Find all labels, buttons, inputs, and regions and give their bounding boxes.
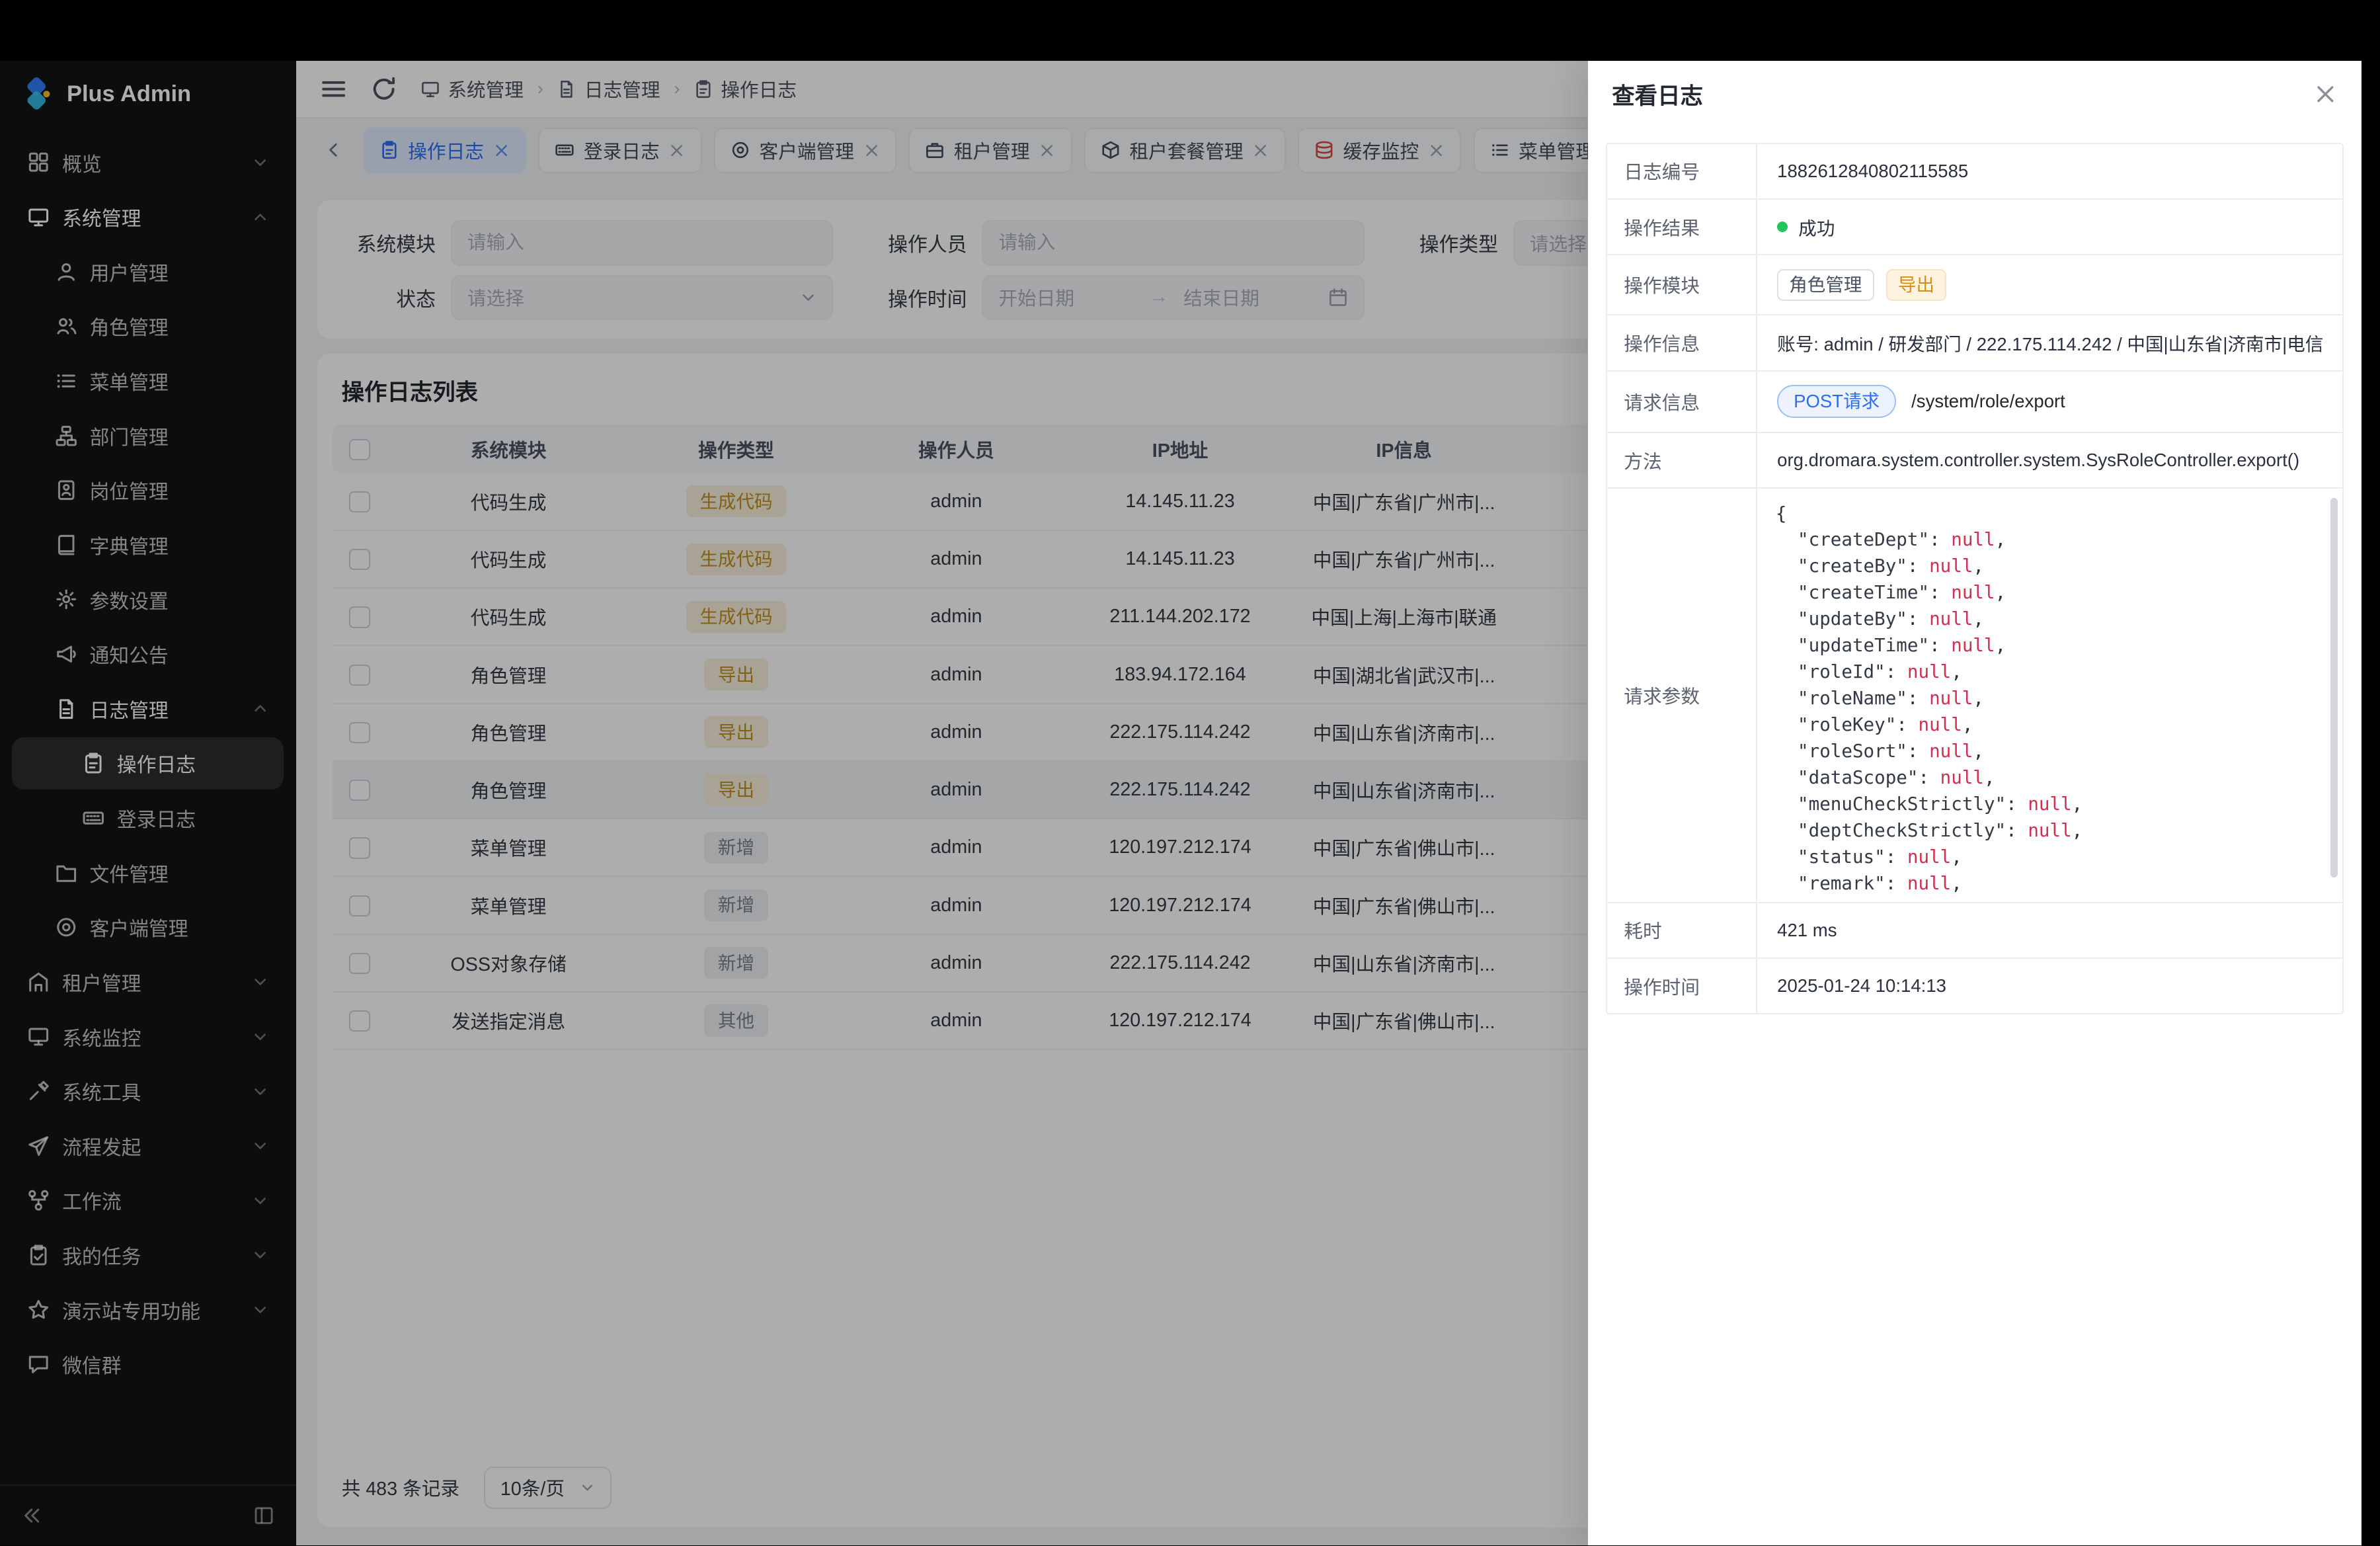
detail-row-request: 请求信息POST请求/system/role/export xyxy=(1607,372,2342,433)
detail-label: 方法 xyxy=(1607,433,1757,487)
detail-value: 角色管理导出 xyxy=(1757,255,2342,314)
detail-value: 421 ms xyxy=(1757,903,2342,957)
request-url: /system/role/export xyxy=(1911,391,2065,412)
detail-label: 操作结果 xyxy=(1607,200,1757,254)
detail-row-method: 方法org.dromara.system.controller.system.S… xyxy=(1607,433,2342,489)
json-code-block: { "createDept": null, "createBy": null, … xyxy=(1757,489,2342,901)
detail-value: 成功 xyxy=(1757,200,2342,254)
log-detail-drawer: 查看日志 日志编号1882612840802115585操作结果 成功操作模块角色… xyxy=(1588,61,2362,1545)
detail-label: 操作模块 xyxy=(1607,255,1757,314)
detail-row-op-info: 操作信息账号: admin / 研发部门 / 222.175.114.242 /… xyxy=(1607,315,2342,371)
detail-row-op-time: 操作时间2025-01-24 10:14:13 xyxy=(1607,959,2342,1013)
drawer-close-icon[interactable] xyxy=(2313,82,2338,106)
screen: Plus Admin 概览系统管理用户管理角色管理菜单管理部门管理岗位管理字典管… xyxy=(0,0,2380,1545)
success-dot xyxy=(1777,222,1788,232)
request-params-code[interactable]: { "createDept": null, "createBy": null, … xyxy=(1757,489,2342,901)
drawer-body: 日志编号1882612840802115585操作结果成功操作模块角色管理导出操… xyxy=(1588,128,2362,1030)
detail-value: 2025-01-24 10:14:13 xyxy=(1757,959,2342,1013)
detail-value: 账号: admin / 研发部门 / 222.175.114.242 / 中国|… xyxy=(1757,315,2342,370)
drawer-title: 查看日志 xyxy=(1612,77,1703,110)
detail-value: org.dromara.system.controller.system.Sys… xyxy=(1757,433,2342,487)
http-method-tag: POST请求 xyxy=(1777,385,1896,418)
detail-row-module: 操作模块角色管理导出 xyxy=(1607,255,2342,315)
drawer-header: 查看日志 xyxy=(1588,61,2362,128)
module-tag: 角色管理 xyxy=(1777,269,1874,301)
detail-row-log-id: 日志编号1882612840802115585 xyxy=(1607,144,2342,200)
scrollbar-thumb[interactable] xyxy=(2330,498,2338,877)
detail-row-params: 请求参数{ "createDept": null, "createBy": nu… xyxy=(1607,489,2342,903)
detail-label: 请求信息 xyxy=(1607,372,1757,432)
detail-value: 1882612840802115585 xyxy=(1757,144,2342,198)
detail-label: 操作信息 xyxy=(1607,315,1757,370)
status-text: 成功 xyxy=(1798,214,1835,240)
detail-value: POST请求/system/role/export xyxy=(1757,372,2342,432)
detail-label: 日志编号 xyxy=(1607,144,1757,198)
app-window: Plus Admin 概览系统管理用户管理角色管理菜单管理部门管理岗位管理字典管… xyxy=(0,61,2361,1545)
detail-row-duration: 耗时421 ms xyxy=(1607,903,2342,959)
log-detail-table: 日志编号1882612840802115585操作结果成功操作模块角色管理导出操… xyxy=(1606,143,2344,1014)
module-tag: 导出 xyxy=(1886,269,1946,301)
detail-row-result: 操作结果 成功 xyxy=(1607,200,2342,255)
detail-label: 操作时间 xyxy=(1607,959,1757,1013)
detail-label: 请求参数 xyxy=(1607,489,1757,901)
detail-label: 耗时 xyxy=(1607,903,1757,957)
